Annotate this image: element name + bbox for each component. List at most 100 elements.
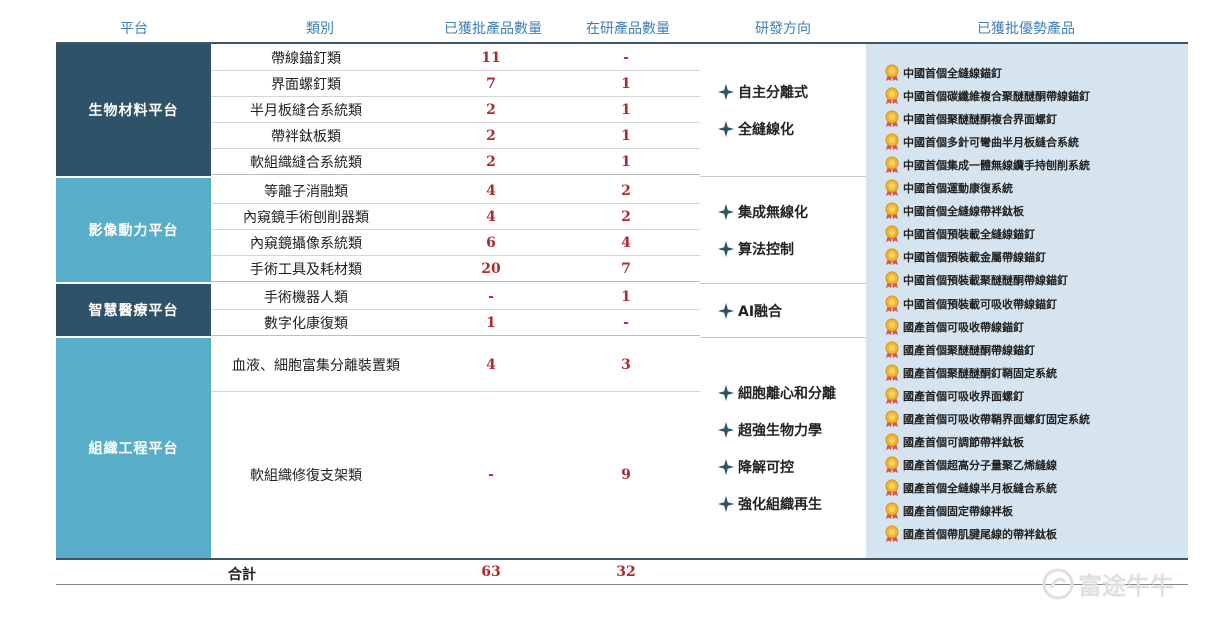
table-row: 等離子消融類 4 2 — [211, 178, 700, 204]
direction-item: 算法控制 — [717, 239, 794, 259]
medal-icon — [885, 502, 899, 519]
product-label: 國產首個固定帶線袢板 — [903, 504, 1013, 518]
product-label: 中國首個集成一體無線纜手持刨削系統 — [903, 159, 1090, 173]
medal-icon — [885, 248, 899, 266]
rnd-cell: 3 — [621, 356, 631, 373]
table-row: 血液、細胞富集分離裝置類 4 3 — [211, 338, 700, 392]
medal-icon — [885, 433, 899, 450]
platform-biomaterial: 生物材料平台 — [56, 44, 211, 176]
medal-icon — [885, 64, 899, 81]
platform-label: 影像動力平台 — [88, 223, 179, 239]
approved-cell: 2 — [486, 127, 496, 144]
table-row: 數字化康復類 1 - — [211, 310, 700, 336]
rnd-cell: 1 — [621, 101, 631, 118]
rnd-cell: 1 — [621, 288, 631, 305]
approved-cell: 6 — [486, 234, 496, 251]
product-item: 國產首個聚醚醚酮帶線錨釘 — [884, 341, 1035, 359]
category-cell: 內窺鏡手術刨削器類 — [243, 209, 369, 226]
category-cell: 手術機器人類 — [264, 289, 348, 306]
product-item: 中國首個預裝載金屬帶線錨釘 — [884, 248, 1046, 266]
header-products: 已獲批優勢產品 — [977, 21, 1075, 37]
product-item: 中國首個全縫線帶袢鈦板 — [884, 202, 1024, 220]
product-item: 國產首個可吸收帶線錨釘 — [884, 318, 1024, 336]
approved-cell: 7 — [486, 75, 496, 92]
direction-label: 強化組織再生 — [738, 497, 822, 513]
product-item: 中國首個集成一體無線纜手持刨削系統 — [884, 156, 1090, 174]
rnd-cell: 2 — [621, 182, 631, 199]
direction-divider — [700, 337, 866, 338]
category-cell: 軟組織縫合系統類 — [250, 154, 362, 171]
table-row: 內窺鏡攝像系統類 6 4 — [211, 230, 700, 256]
approved-cell: - — [488, 288, 494, 305]
direction-divider — [700, 176, 866, 177]
product-item: 國產首個可調節帶袢鈦板 — [884, 433, 1024, 451]
four-point-star-icon — [717, 203, 735, 221]
table-row: 手術機器人類 - 1 — [211, 284, 700, 310]
category-cell: 手術工具及耗材類 — [250, 261, 362, 278]
product-label: 國產首個超高分子量聚乙烯縫線 — [903, 458, 1057, 472]
table-row: 軟組織縫合系統類 2 1 — [211, 149, 700, 175]
direction-item: 強化組織再生 — [717, 494, 822, 514]
product-item: 中國首個運動康復系統 — [884, 179, 1013, 197]
category-cell: 界面螺釘類 — [271, 76, 341, 93]
product-label: 中國首個運動康復系統 — [903, 182, 1013, 196]
product-label: 中國首個多針可彎曲半月板縫合系統 — [903, 136, 1079, 150]
approved-cell: 4 — [486, 356, 496, 373]
four-point-star-icon — [717, 302, 735, 320]
table-row: 界面螺釘類 7 1 — [211, 71, 700, 97]
product-item: 國產首個聚醚醚酮釘鞘固定系統 — [884, 364, 1057, 382]
medal-icon — [885, 133, 899, 151]
approved-cell: 2 — [486, 101, 496, 118]
watermark: 富途牛牛 — [1042, 566, 1174, 601]
four-point-star-icon — [717, 120, 735, 138]
medal-icon — [885, 271, 899, 289]
direction-item: 超強生物力學 — [717, 420, 822, 440]
header-direction: 研發方向 — [755, 21, 811, 37]
platform-tissue-engineering: 組織工程平台 — [56, 338, 211, 558]
direction-item: 集成無線化 — [717, 202, 808, 222]
four-point-star-icon — [717, 421, 735, 439]
rnd-cell: - — [623, 314, 629, 331]
approved-cell: 1 — [486, 314, 496, 331]
header-category: 類別 — [306, 21, 334, 37]
medal-icon — [885, 156, 899, 174]
table-row: 手術工具及耗材類 20 7 — [211, 256, 700, 282]
product-label: 中國首個全縫線帶袢鈦板 — [903, 205, 1024, 219]
direction-item: AI融合 — [717, 301, 782, 321]
platform-label: 生物材料平台 — [88, 103, 179, 119]
product-label: 國產首個可調節帶袢鈦板 — [903, 435, 1024, 449]
direction-label: 集成無線化 — [738, 205, 808, 221]
rnd-cell: 2 — [621, 208, 631, 225]
category-cell: 帶袢鈦板類 — [271, 128, 341, 145]
product-label: 中國首個碳纖維複合聚醚醚酮帶線錨釘 — [903, 90, 1090, 104]
table-row: 帶線錨釘類 11 - — [211, 45, 700, 71]
product-item: 國產首個全縫線半月板縫合系統 — [884, 479, 1057, 497]
total-divider — [56, 558, 1188, 560]
direction-label: AI融合 — [738, 304, 783, 320]
product-item: 中國首個碳纖維複合聚醚醚酮帶線錨釘 — [884, 87, 1090, 105]
approved-cell: 2 — [486, 153, 496, 170]
total-label: 合計 — [228, 567, 256, 583]
medal-icon — [885, 87, 899, 105]
product-item: 中國首個多針可彎曲半月板縫合系統 — [884, 133, 1079, 151]
platform-smart-medical: 智慧醫療平台 — [56, 284, 211, 336]
table-row: 內窺鏡手術刨削器類 4 2 — [211, 204, 700, 230]
rnd-cell: 1 — [621, 127, 631, 144]
header-platform: 平台 — [120, 21, 148, 37]
medal-icon — [885, 202, 899, 220]
direction-item: 細胞離心和分離 — [717, 383, 836, 403]
table-row: 半月板縫合系統類 2 1 — [211, 97, 700, 123]
watermark-text: 富途牛牛 — [1078, 572, 1174, 600]
product-label: 中國首個聚醚醚酮複合界面螺釘 — [903, 113, 1057, 127]
medal-icon — [885, 318, 899, 335]
product-label: 國產首個全縫線半月板縫合系統 — [903, 481, 1057, 495]
product-item: 中國首個全縫線錨釘 — [884, 64, 1002, 82]
rnd-cell: 1 — [621, 153, 631, 170]
category-cell: 帶線錨釘類 — [271, 50, 341, 67]
medal-icon — [885, 479, 899, 496]
product-label: 國產首個帶肌腱尾線的帶袢鈦板 — [903, 528, 1057, 541]
approved-cell: - — [488, 467, 494, 483]
product-item: 國產首個帶肌腱尾線的帶袢鈦板 — [884, 525, 1057, 543]
product-label: 中國首個預裝載可吸收帶線錨釘 — [903, 297, 1057, 311]
product-label: 國產首個聚醚醚酮釘鞘固定系統 — [903, 366, 1057, 380]
